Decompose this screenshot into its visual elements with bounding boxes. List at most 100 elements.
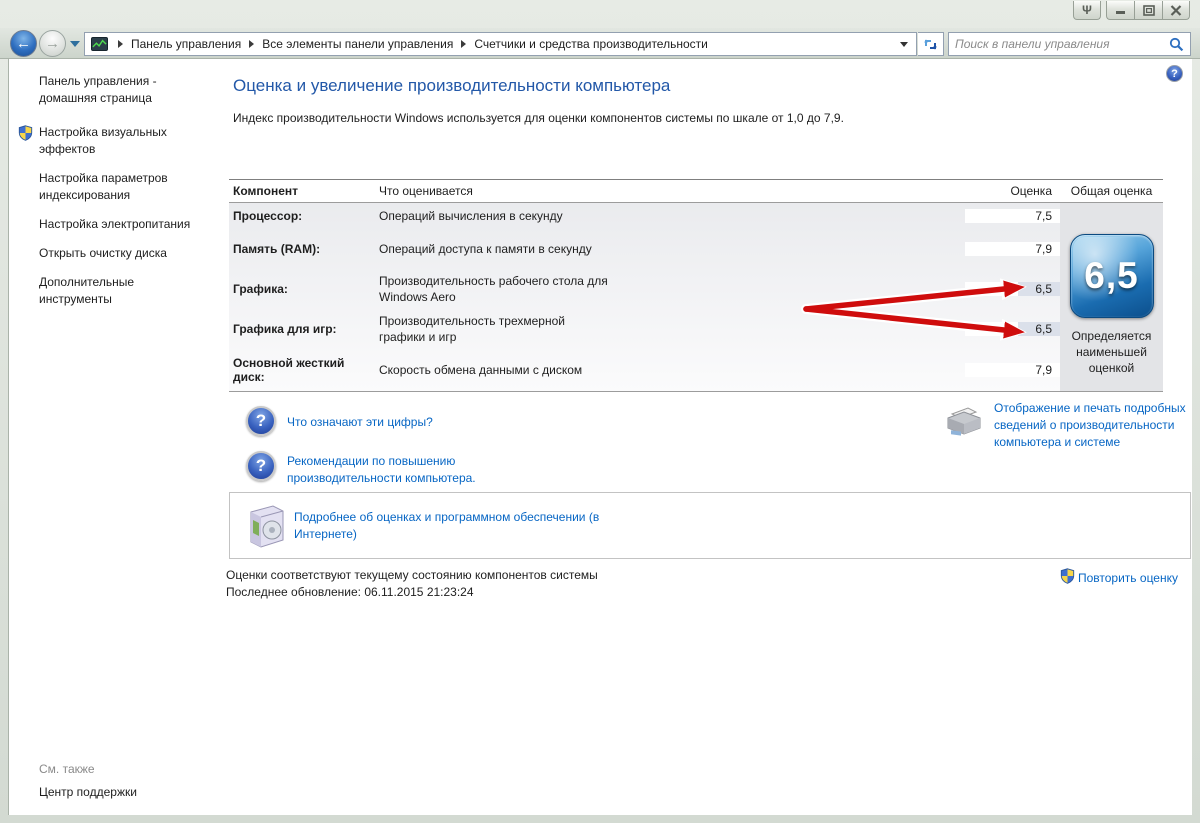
breadcrumb-chevron-icon [118, 40, 123, 48]
search-icon[interactable] [1169, 37, 1184, 52]
caption-cluster [1106, 1, 1190, 20]
software-box-icon[interactable] [243, 502, 287, 553]
breadcrumb[interactable]: Панель управления Все элементы панели уп… [84, 32, 917, 56]
help-icon: ? [1166, 65, 1183, 82]
row-description: Производительность рабочего стола для Wi… [379, 273, 609, 305]
see-also-header: См. также [39, 762, 137, 776]
base-score-note: Определяется наименьшей оценкой [1066, 328, 1158, 376]
base-score-panel: 6,5 Определяется наименьшей оценкой [1060, 203, 1163, 391]
link-learn-online[interactable]: Подробнее об оценках и программном обесп… [294, 509, 614, 543]
address-dropdown-icon[interactable] [900, 42, 908, 47]
link-recommendations[interactable]: Рекомендации по повышению производительн… [287, 453, 539, 487]
row-description: Операций вычисления в секунду [379, 208, 965, 224]
row-score-highlighted: 6,5 [1018, 282, 1060, 296]
header-base-score: Общая оценка [1060, 184, 1163, 198]
table-row-cpu: Процессор: Операций вычисления в секунду… [229, 203, 1060, 229]
table-row-gaming-graphics: Графика для игр: Производительность трех… [229, 309, 1060, 349]
row-score: 7,9 [1018, 242, 1060, 256]
sidebar: Панель управления - домашняя страница [9, 59, 206, 815]
intro-text: Индекс производительности Windows исполь… [233, 110, 895, 127]
control-panel-window: Ψ ← → [0, 0, 1200, 823]
breadcrumb-item-performance[interactable]: Счетчики и средства производительности [474, 37, 707, 51]
performance-monitor-icon [91, 37, 108, 51]
title-bar[interactable]: Ψ [0, 0, 1200, 28]
row-score: 7,5 [1018, 209, 1060, 223]
rerun-assessment-button[interactable]: Повторить оценку [1060, 568, 1178, 587]
row-component: Графика: [229, 282, 379, 296]
row-description: Производительность трехмерной графики и … [379, 313, 609, 345]
refresh-icon [923, 37, 938, 52]
table-row-hdd: Основной жесткий диск: Скорость обмена д… [229, 349, 1060, 391]
back-button[interactable]: ← [10, 30, 37, 57]
breadcrumb-chevron-icon [461, 40, 466, 48]
maximize-button[interactable] [1134, 1, 1162, 20]
close-icon [1170, 5, 1182, 16]
row-description: Скорость обмена данными с диском [379, 362, 609, 378]
sidebar-task-list: Панель управления - домашняя страница [9, 59, 206, 308]
uac-shield-icon [18, 125, 33, 146]
row-score: 7,9 [1018, 363, 1060, 377]
tool-button[interactable]: Ψ [1073, 1, 1101, 20]
sidebar-item-label: Настройка визуальных эффектов [39, 125, 167, 156]
sidebar-item-indexing[interactable]: Настройка параметров индексирования [39, 170, 199, 204]
question-icon[interactable]: ? [246, 451, 276, 481]
sidebar-item-label: Настройка электропитания [39, 217, 190, 231]
wei-table-body: Процессор: Операций вычисления в секунду… [229, 203, 1163, 392]
sidebar-item-advanced-tools[interactable]: Дополнительные инструменты [39, 274, 199, 308]
sidebar-item-power[interactable]: Настройка электропитания [39, 216, 199, 233]
caption-buttons: Ψ [1073, 1, 1190, 20]
navigation-toolbar: ← → Панель управления Все элементы панел… [0, 28, 1200, 59]
base-score-badge: 6,5 [1070, 234, 1154, 318]
last-update-text: Последнее обновление: 06.11.2015 21:23:2… [226, 585, 474, 599]
sidebar-item-visual-effects[interactable]: Настройка визуальных эффектов [39, 124, 199, 158]
question-icon[interactable]: ? [246, 406, 276, 436]
row-component: Графика для игр: [229, 322, 379, 336]
wei-table: Компонент Что оценивается Оценка Общая о… [229, 179, 1163, 392]
sidebar-item-disk-cleanup[interactable]: Открыть очистку диска [39, 245, 199, 262]
breadcrumb-chevron-icon [249, 40, 254, 48]
minimize-button[interactable] [1106, 1, 1134, 20]
help-button[interactable]: ? [1166, 65, 1183, 82]
forward-arrow-icon: → [45, 36, 60, 51]
search-box [948, 32, 1191, 56]
main-content: ? Оценка и увеличение производительности… [206, 59, 1192, 815]
sidebar-item-home[interactable]: Панель управления - домашняя страница [39, 73, 197, 107]
search-input[interactable] [955, 37, 1169, 51]
close-button[interactable] [1162, 1, 1190, 20]
header-score: Оценка [965, 184, 1060, 198]
sidebar-item-label: Открыть очистку диска [39, 246, 167, 260]
sidebar-item-action-center[interactable]: Центр поддержки [39, 785, 137, 799]
breadcrumb-item-all-items[interactable]: Все элементы панели управления [262, 37, 453, 51]
row-component: Память (RAM): [229, 242, 379, 256]
row-component: Процессор: [229, 209, 379, 223]
row-component: Основной жесткий диск: [229, 356, 379, 384]
client-area: Панель управления - домашняя страница [8, 59, 1192, 815]
printer-icon[interactable] [942, 404, 984, 443]
link-what-numbers[interactable]: Что означают эти цифры? [287, 415, 433, 429]
breadcrumb-item-control-panel[interactable]: Панель управления [131, 37, 241, 51]
see-also-section: См. также Центр поддержки [39, 762, 137, 799]
wei-table-header: Компонент Что оценивается Оценка Общая о… [229, 180, 1163, 203]
forward-button[interactable]: → [39, 30, 66, 57]
tool-icon: Ψ [1082, 4, 1092, 16]
table-row-graphics: Графика: Производительность рабочего сто… [229, 269, 1060, 309]
minimize-icon [1115, 5, 1127, 15]
row-score-highlighted: 6,5 [1018, 322, 1060, 336]
uac-shield-icon [1060, 568, 1075, 587]
refresh-button[interactable] [918, 32, 944, 56]
base-score-value: 6,5 [1084, 255, 1138, 297]
status-text: Оценки соответствуют текущему состоянию … [226, 568, 598, 582]
rerun-assessment-label: Повторить оценку [1078, 571, 1178, 585]
header-component: Компонент [229, 184, 379, 198]
recent-pages-dropdown-icon[interactable] [70, 41, 80, 47]
link-print-details[interactable]: Отображение и печать подробных сведений … [994, 400, 1200, 451]
table-row-ram: Память (RAM): Операций доступа к памяти … [229, 229, 1060, 269]
header-what: Что оценивается [379, 184, 965, 198]
maximize-icon [1143, 5, 1155, 16]
sidebar-item-label: Дополнительные инструменты [39, 275, 134, 306]
back-arrow-icon: ← [16, 36, 31, 51]
sidebar-item-label: Настройка параметров индексирования [39, 171, 168, 202]
online-info-box: Подробнее об оценках и программном обесп… [229, 492, 1191, 559]
row-description: Операций доступа к памяти в секунду [379, 241, 609, 257]
wei-rows: Процессор: Операций вычисления в секунду… [229, 203, 1060, 391]
